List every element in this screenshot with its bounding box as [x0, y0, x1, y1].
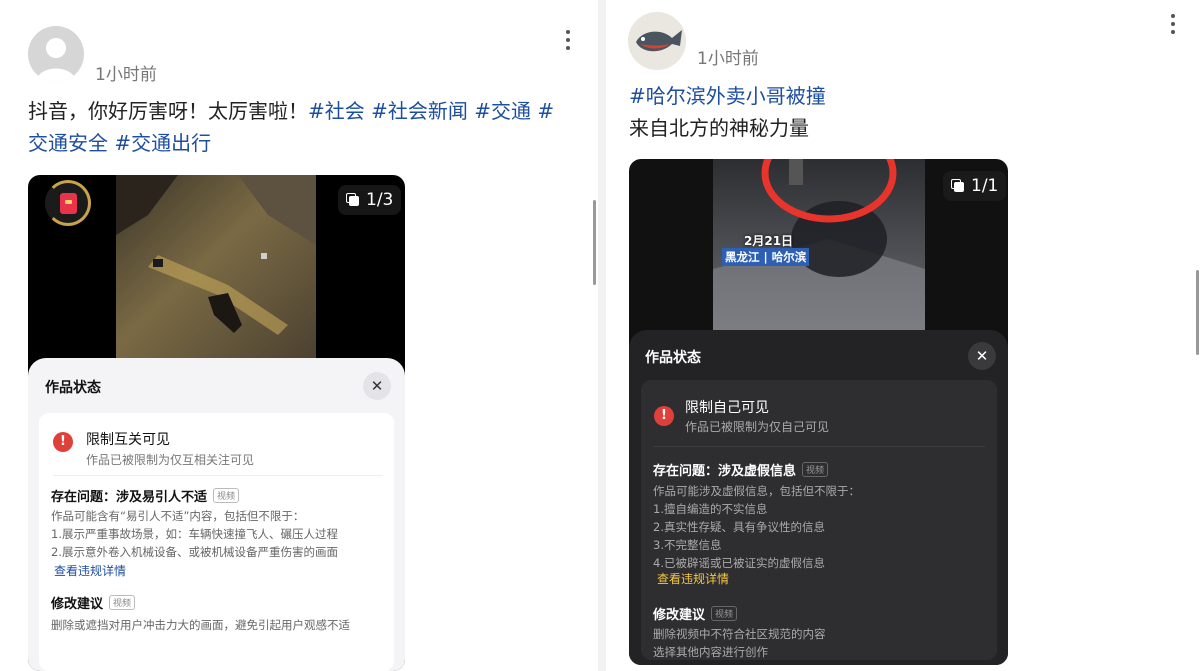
- more-options-icon[interactable]: [1169, 14, 1177, 36]
- issue-title-text: 存在问题：涉及虚假信息: [653, 464, 797, 479]
- suggestion-line: 删除或遮挡对用户冲击力大的画面，避免引起用户观感不适: [51, 618, 350, 632]
- post-timestamp: 1小时前: [697, 49, 759, 69]
- view-violation-details-link[interactable]: 查看违规详情: [54, 562, 126, 579]
- suggestion-title: 修改建议 视频: [653, 604, 738, 623]
- status-panel: ! 限制互关可见 作品已被限制为仅互相关注可见 存在问题：涉及易引人不适 视频 …: [39, 413, 394, 671]
- user-avatar[interactable]: [628, 12, 686, 70]
- work-status-sheet: 作品状态 ✕ ! 限制互关可见 作品已被限制为仅互相关注可见 存在问题：涉及易引…: [28, 358, 405, 671]
- status-panel: ! 限制自己可见 作品已被限制为仅自己可见 存在问题：涉及虚假信息 视频 作品可…: [641, 380, 997, 660]
- work-status-sheet: 作品状态 ✕ ! 限制自己可见 作品已被限制为仅自己可见 存在问题：涉及虚假信息…: [629, 330, 1008, 665]
- suggestion-title-text: 修改建议: [51, 597, 104, 612]
- issue-line: 3.不完整信息: [653, 538, 722, 552]
- video-location-caption: 黑龙江 | 哈尔滨: [722, 248, 810, 266]
- divider: [53, 475, 383, 476]
- warning-icon: !: [654, 406, 674, 426]
- post-body: 抖音，你好厉害呀！太厉害啦！: [28, 99, 308, 123]
- fish-avatar-icon: [628, 12, 686, 70]
- media-page-counter: 1/3: [338, 185, 402, 215]
- suggestion-tag: 视频: [711, 606, 738, 621]
- suggestion-tag: 视频: [109, 595, 136, 610]
- issue-line: 1.展示严重事故场景，如：车辆快速撞飞人、碾压人过程: [51, 527, 338, 541]
- post-media[interactable]: 1/3 作品状态 ✕ ! 限制互关可见 作品已被限制为仅互相关注可见 存在问题：…: [28, 175, 405, 671]
- scrollbar[interactable]: [1196, 270, 1199, 355]
- red-packet-icon[interactable]: [45, 180, 91, 226]
- suggestion-description: 删除或遮挡对用户冲击力大的画面，避免引起用户观感不适: [51, 616, 391, 634]
- suggestion-title: 修改建议 视频: [51, 593, 136, 612]
- post-media[interactable]: 2月21日 黑龙江 | 哈尔滨 1/1 作品状态 ✕ ! 限制自己可见 作品已被…: [629, 159, 1008, 665]
- status-subtitle: 作品已被限制为仅自己可见: [685, 420, 830, 434]
- hashtag-link[interactable]: #交通出行: [114, 131, 211, 155]
- issue-title: 存在问题：涉及虚假信息 视频: [653, 460, 829, 479]
- warning-icon: !: [53, 432, 73, 452]
- status-title: 限制互关可见: [86, 432, 170, 448]
- suggestion-description: 删除视频中不符合社区规范的内容 选择其他内容进行创作: [653, 625, 993, 661]
- hashtag-link[interactable]: #社会: [308, 99, 365, 123]
- media-counter-text: 1/3: [366, 190, 394, 210]
- default-avatar-icon: [36, 38, 76, 82]
- issue-line: 2.真实性存疑、具有争议性的信息: [653, 520, 825, 534]
- issue-line: 作品可能涉及虚假信息，包括但不限于：: [653, 484, 860, 498]
- more-options-icon[interactable]: [564, 30, 572, 52]
- gallery-stack-icon: [346, 193, 360, 207]
- post-card-left: 1小时前 抖音，你好厉害呀！太厉害啦！#社会 #社会新闻 #交通 #交通安全 #…: [0, 0, 598, 671]
- suggestion-line: 删除视频中不符合社区规范的内容: [653, 627, 826, 641]
- hashtag-link[interactable]: #交通: [474, 99, 531, 123]
- status-subtitle: 作品已被限制为仅互相关注可见: [86, 453, 255, 467]
- issue-tag: 视频: [802, 462, 829, 477]
- hashtag-link[interactable]: #哈尔滨外卖小哥被撞: [629, 80, 1169, 112]
- close-icon[interactable]: ✕: [363, 372, 391, 400]
- issue-line: 2.展示意外卷入机械设备、或被机械设备严重伤害的画面: [51, 545, 338, 559]
- sheet-title: 作品状态: [45, 380, 101, 396]
- issue-line: 作品可能含有“易引人不适”内容，包括但不限于：: [51, 509, 305, 523]
- media-counter-text: 1/1: [971, 176, 999, 196]
- issue-line: 1.擅自编造的不实信息: [653, 502, 768, 516]
- hashtag-link[interactable]: #社会新闻: [371, 99, 468, 123]
- divider: [653, 446, 985, 447]
- close-icon[interactable]: ✕: [968, 342, 996, 370]
- post-body: 来自北方的神秘力量: [629, 116, 809, 140]
- post-timestamp: 1小时前: [95, 65, 157, 85]
- post-text: #哈尔滨外卖小哥被撞 来自北方的神秘力量: [629, 80, 1169, 144]
- sheet-title: 作品状态: [645, 350, 701, 366]
- user-avatar[interactable]: [28, 26, 84, 82]
- issue-title-text: 存在问题：涉及易引人不适: [51, 490, 208, 505]
- post-card-right: 1小时前 #哈尔滨外卖小哥被撞 来自北方的神秘力量 2月21日 黑龙江 | 哈尔…: [606, 0, 1200, 671]
- issue-description: 作品可能含有“易引人不适”内容，包括但不限于： 1.展示严重事故场景，如：车辆快…: [51, 507, 391, 561]
- media-page-counter: 1/1: [943, 171, 1007, 201]
- issue-tag: 视频: [213, 488, 240, 503]
- issue-title: 存在问题：涉及易引人不适 视频: [51, 486, 240, 505]
- video-date-caption: 2月21日: [744, 234, 794, 248]
- suggestion-line: 选择其他内容进行创作: [653, 645, 768, 659]
- post-text: 抖音，你好厉害呀！太厉害啦！#社会 #社会新闻 #交通 #交通安全 #交通出行: [28, 95, 573, 159]
- view-violation-details-link[interactable]: 查看违规详情: [657, 570, 729, 587]
- status-title: 限制自己可见: [685, 400, 769, 416]
- suggestion-title-text: 修改建议: [653, 608, 706, 623]
- scrollbar[interactable]: [593, 200, 596, 285]
- gallery-stack-icon: [951, 179, 965, 193]
- issue-description: 作品可能涉及虚假信息，包括但不限于： 1.擅自编造的不实信息 2.真实性存疑、具…: [653, 482, 993, 572]
